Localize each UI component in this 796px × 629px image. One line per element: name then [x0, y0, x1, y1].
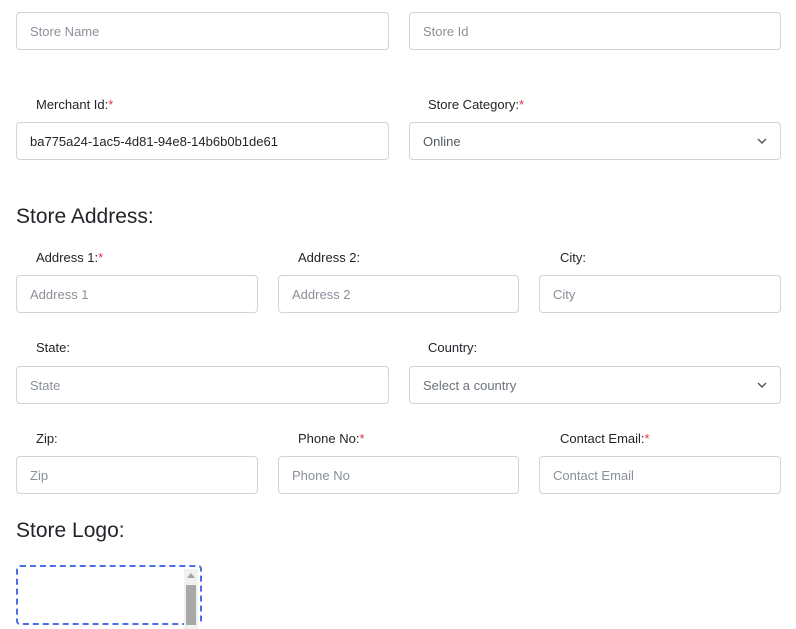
required-mark: * [644, 431, 650, 446]
state-label: State: [36, 340, 70, 355]
store-category-label: Store Category:* [428, 97, 524, 112]
store-logo-title: Store Logo: [16, 519, 125, 542]
contact-email-label: Contact Email:* [560, 431, 650, 446]
zip-input[interactable] [16, 456, 258, 494]
address2-label: Address 2: [298, 250, 361, 265]
scroll-up-arrow-icon[interactable] [187, 573, 195, 578]
phone-label-text: Phone No: [298, 431, 360, 446]
merchant-id-label: Merchant Id:* [36, 97, 113, 112]
address1-label: Address 1:* [36, 250, 103, 265]
zip-label: Zip: [36, 431, 58, 446]
store-name-input[interactable] [16, 12, 389, 50]
contact-email-input[interactable] [539, 456, 781, 494]
address1-input[interactable] [16, 275, 258, 313]
required-mark: * [108, 97, 114, 112]
store-category-label-text: Store Category: [428, 97, 520, 112]
address2-input[interactable] [278, 275, 519, 313]
scroll-thumb[interactable] [186, 585, 196, 625]
required-mark: * [519, 97, 525, 112]
phone-input[interactable] [278, 456, 519, 494]
country-label: Country: [428, 340, 478, 355]
chevron-down-icon [757, 138, 767, 144]
city-input[interactable] [539, 275, 781, 313]
store-id-input[interactable] [409, 12, 781, 50]
state-input[interactable] [16, 366, 389, 404]
store-category-select[interactable]: Online [409, 122, 781, 160]
city-label: City: [560, 250, 586, 265]
country-select[interactable]: Select a country [409, 366, 781, 404]
contact-email-label-text: Contact Email: [560, 431, 645, 446]
chevron-down-icon [757, 382, 767, 388]
store-address-title: Store Address: [16, 205, 154, 228]
country-placeholder: Select a country [423, 377, 517, 393]
store-category-value: Online [423, 133, 461, 149]
merchant-id-input[interactable] [16, 122, 389, 160]
dropzone-scrollbar[interactable] [184, 569, 198, 629]
required-mark: * [359, 431, 365, 446]
logo-dropzone[interactable] [16, 565, 202, 629]
address1-label-text: Address 1: [36, 250, 99, 265]
merchant-id-label-text: Merchant Id: [36, 97, 109, 112]
phone-label: Phone No:* [298, 431, 365, 446]
required-mark: * [98, 250, 104, 265]
